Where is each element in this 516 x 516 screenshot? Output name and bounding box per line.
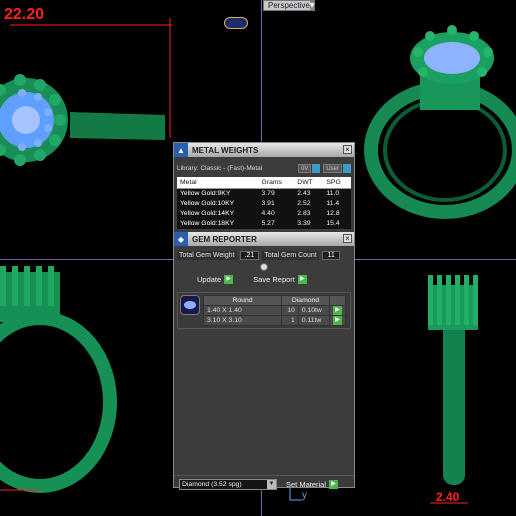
close-icon[interactable]: × <box>343 234 352 243</box>
table-row[interactable]: Yellow Gold:9KY 3.79 2.43 11.0 <box>177 188 351 199</box>
total-count-value: 11 <box>321 251 340 260</box>
gem-actions: Update ▶ Save Report ▶ <box>177 272 351 286</box>
perspective-label: Perspective <box>268 1 310 10</box>
gem-reporter-title: GEM REPORTER <box>192 234 257 244</box>
total-count-label: Total Gem Count <box>262 251 319 260</box>
button-0v[interactable]: 0V <box>297 163 312 173</box>
button-user[interactable]: User <box>323 163 342 173</box>
material-select[interactable]: Diamond (3.52 spg) ▼ <box>179 479 277 490</box>
close-icon[interactable]: × <box>343 145 352 154</box>
table-row[interactable]: 1.40 X 1.40 10 0.10tw ▶ <box>203 305 346 316</box>
set-material-button[interactable]: Set Material ▶ <box>286 480 339 489</box>
perspective-tab[interactable]: Perspective ▼ <box>263 0 315 11</box>
floating-panel: ▲ METAL WEIGHTS × Library: Classic - (Fa… <box>173 142 355 490</box>
material-bar: Diamond (3.52 spg) ▼ Set Material ▶ <box>174 475 354 493</box>
total-weight-label: Total Gem Weight <box>177 251 237 260</box>
dimension-label-bottom: 2.40 <box>436 490 460 504</box>
metal-weights-titlebar[interactable]: ▲ METAL WEIGHTS × <box>174 143 354 157</box>
metal-weights-body: Library: Classic - (Fast)-Metal 0V User … <box>174 157 354 232</box>
metal-weights-icon: ▲ <box>174 143 188 157</box>
gem-reporter-icon: ◆ <box>174 232 188 246</box>
info-icon[interactable] <box>312 163 321 173</box>
save-report-label: Save Report <box>253 274 295 284</box>
update-button[interactable]: Update ▶ <box>197 274 234 284</box>
table-row[interactable]: Yellow Gold:14KY 4.40 2.83 12.8 <box>177 208 351 219</box>
col-dwt[interactable]: DWT <box>294 177 324 189</box>
side-view-ring <box>428 275 478 485</box>
table-row[interactable]: Yellow Gold:10KY 3.91 2.52 11.4 <box>177 198 351 209</box>
gem-reporter-body: Total Gem Weight .21 Total Gem Count 11 … <box>174 246 354 475</box>
library-row: Library: Classic - (Fast)-Metal 0V User <box>177 159 351 177</box>
app-logo-icon <box>224 17 248 29</box>
col-diamond: Diamond <box>281 295 330 306</box>
gem-list: Round Diamond 1.40 X 1.40 10 0.10tw ▶ 3.… <box>177 292 351 329</box>
play-icon[interactable]: ▶ <box>297 274 307 284</box>
table-row[interactable]: Yellow Gold:18KY 5.27 3.39 15.4 <box>177 218 351 229</box>
play-icon[interactable]: ▶ <box>224 274 234 284</box>
dimension-label-top: 22.20 <box>4 6 45 23</box>
info-icon[interactable] <box>343 163 351 173</box>
save-report-button[interactable]: Save Report ▶ <box>253 274 307 284</box>
play-icon[interactable]: ▶ <box>333 306 342 315</box>
play-icon[interactable]: ▶ <box>333 316 342 325</box>
col-metal[interactable]: Metal <box>177 177 259 189</box>
gem-list-empty-area <box>177 329 351 472</box>
col-round: Round <box>203 295 282 306</box>
total-weight-value: .21 <box>239 251 260 260</box>
gem-thumbnail-icon[interactable] <box>180 295 200 315</box>
table-row[interactable]: 3.10 X 3.10 1 0.11tw ▶ <box>203 315 346 326</box>
play-icon[interactable]: ▶ <box>329 480 339 489</box>
library-label: Library: Classic - (Fast)-Metal <box>177 164 263 172</box>
material-select-value: Diamond (3.52 spg) <box>182 481 242 488</box>
top-view-ring <box>0 74 165 166</box>
perspective-ring <box>364 25 516 219</box>
gem-reporter-titlebar[interactable]: ◆ GEM REPORTER × <box>174 232 354 246</box>
metal-weights-table: Metal Grams DWT SPG Yellow Gold:9KY 3.79… <box>177 177 351 229</box>
update-label: Update <box>197 274 222 284</box>
splitter-handle[interactable] <box>177 262 351 272</box>
front-view-ring <box>0 266 117 493</box>
chevron-down-icon[interactable]: ▼ <box>267 480 276 489</box>
gem-table: Round Diamond 1.40 X 1.40 10 0.10tw ▶ 3.… <box>203 295 346 326</box>
col-spg[interactable]: SPG <box>323 177 351 189</box>
col-grams[interactable]: Grams <box>258 177 295 189</box>
metal-weights-title: METAL WEIGHTS <box>192 145 259 155</box>
set-material-label: Set Material <box>286 480 327 489</box>
chevron-down-icon[interactable]: ▼ <box>309 1 315 10</box>
gem-stats-row: Total Gem Weight .21 Total Gem Count 11 <box>177 249 351 262</box>
